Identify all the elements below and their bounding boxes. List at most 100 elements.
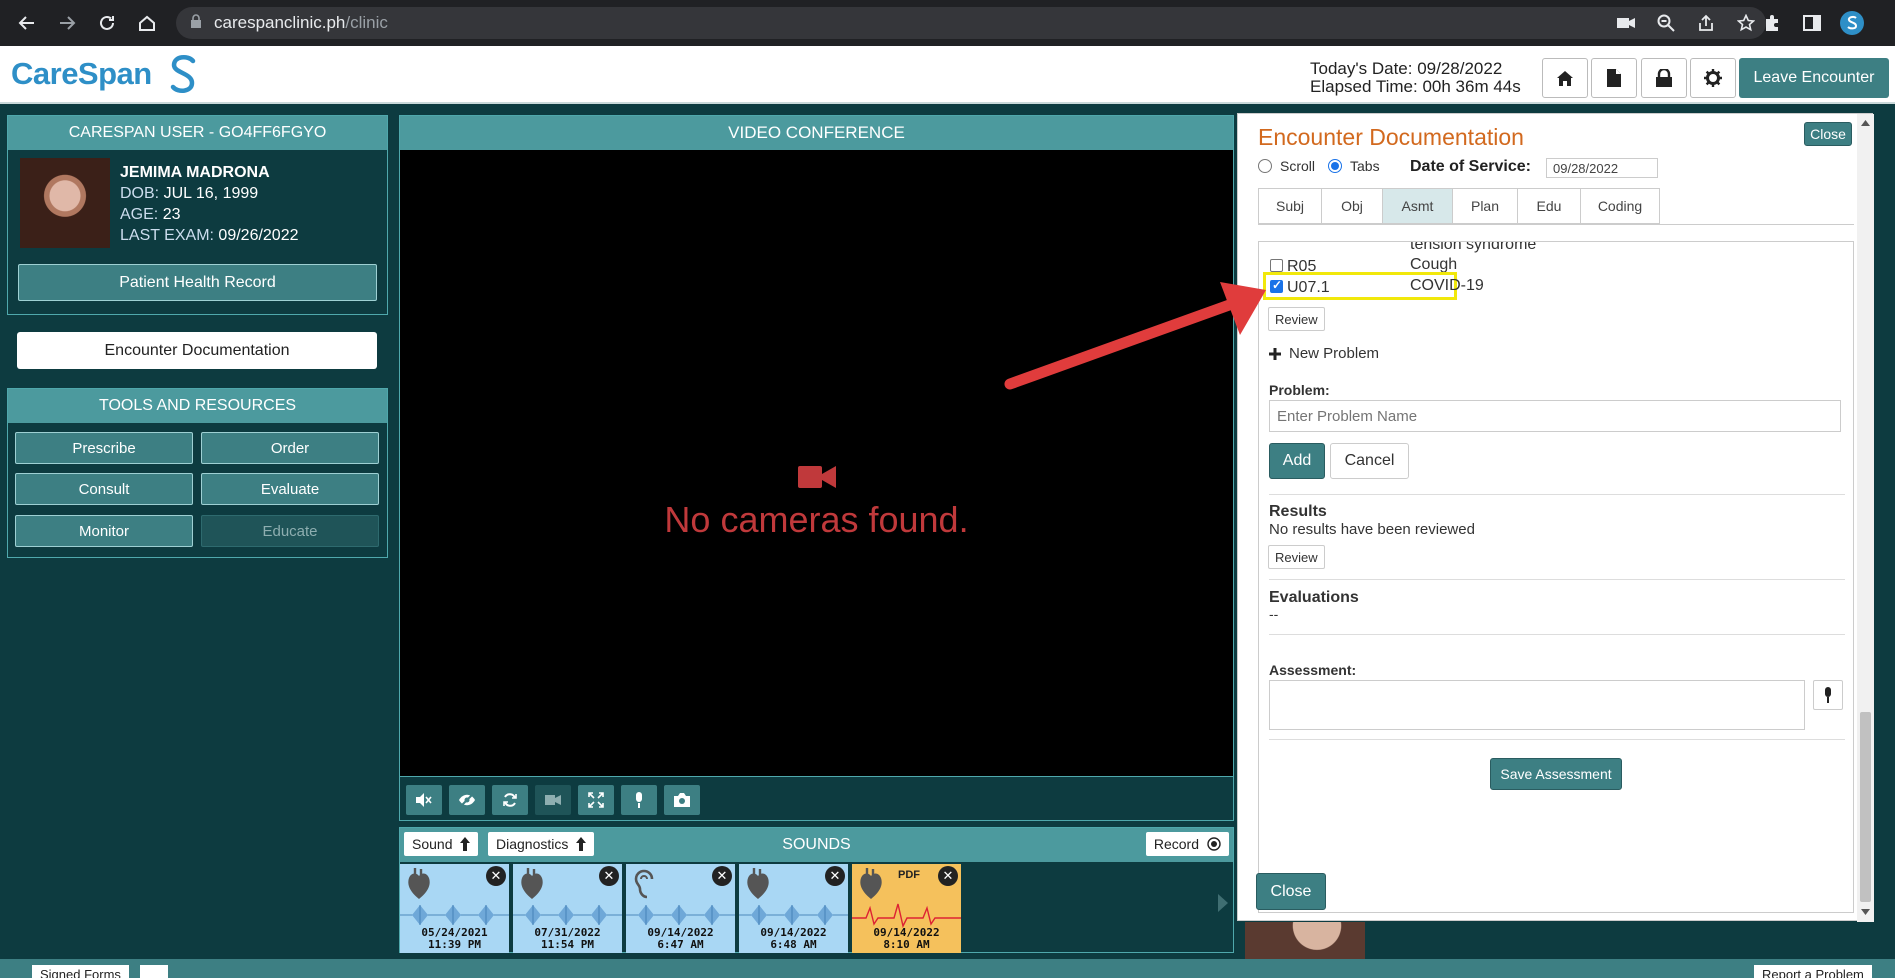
monitor-button[interactable]: Monitor: [15, 515, 193, 547]
problem-checkbox-u071[interactable]: [1270, 278, 1283, 293]
report-problem-tab[interactable]: Report a Problem: [1754, 965, 1872, 978]
share-icon[interactable]: [1686, 14, 1726, 32]
close-icon[interactable]: ✕: [486, 866, 506, 886]
last-exam-label: LAST EXAM:: [120, 227, 214, 244]
microphone-icon[interactable]: [621, 785, 657, 815]
patient-health-record-button[interactable]: Patient Health Record: [18, 264, 377, 301]
switch-camera-icon[interactable]: [492, 785, 528, 815]
zoom-icon[interactable]: [1646, 14, 1686, 32]
address-bar[interactable]: carespanclinic.ph/clinic: [176, 7, 1766, 39]
fullscreen-icon[interactable]: [578, 785, 614, 815]
video-controls: [400, 776, 1233, 820]
record-icon: [1207, 837, 1221, 851]
signed-forms-tab[interactable]: Signed Forms: [32, 965, 129, 978]
encounter-dates: Today's Date: 09/28/2022 Elapsed Time: 0…: [1310, 60, 1521, 96]
new-problem-label: New Problem: [1289, 345, 1380, 362]
mute-icon[interactable]: [406, 785, 442, 815]
tools-panel: TOOLS AND RESOURCES Prescribe Order Cons…: [7, 388, 388, 558]
sound-thumbnail[interactable]: ✕ 07/31/2022 11:54 PM: [513, 864, 622, 953]
patient-dob: JUL 16, 1999: [163, 185, 259, 202]
assessment-textarea[interactable]: [1269, 680, 1805, 730]
sounds-panel: SOUNDS Sound Diagnostics Record ✕ 05/24/2…: [399, 827, 1234, 953]
ear-icon: [634, 869, 654, 899]
document-button[interactable]: [1591, 58, 1637, 98]
close-icon[interactable]: ✕: [825, 866, 845, 886]
sound-thumbnail[interactable]: ✕ 09/14/2022 6:48 AM: [739, 864, 848, 953]
video-toggle-icon[interactable]: [535, 785, 571, 815]
assessment-content: tension syndrome R05 Cough U07.1 COVID-1…: [1258, 241, 1854, 913]
tabs-radio-circle[interactable]: [1328, 159, 1342, 173]
side-panel-icon[interactable]: [1792, 7, 1832, 39]
close-button-bottom[interactable]: Close: [1256, 873, 1326, 910]
tab-plan[interactable]: Plan: [1452, 188, 1517, 224]
camera-blocked-icon[interactable]: [1606, 16, 1646, 30]
sound-thumbnail[interactable]: PDF ✕ 09/14/2022 8:10 AM: [852, 864, 961, 953]
tab-subj[interactable]: Subj: [1258, 188, 1321, 224]
patient-panel: CARESPAN USER - GO4FF6FGYO JEMIMA MADRON…: [7, 115, 388, 315]
tab-edu[interactable]: Edu: [1517, 188, 1580, 224]
sound-timestamp: 09/14/2022 6:47 AM: [626, 927, 735, 951]
scroll-down-icon[interactable]: [1861, 909, 1870, 915]
review-results-button[interactable]: Review: [1268, 545, 1325, 569]
footer-bar: Signed Forms Report a Problem: [0, 959, 1895, 978]
new-problem-link[interactable]: New Problem: [1269, 345, 1379, 362]
scroll-radio[interactable]: Scroll: [1258, 158, 1315, 174]
scroll-right-icon[interactable]: [1218, 894, 1228, 912]
problem-field-label: Problem:: [1269, 382, 1330, 398]
close-button-top[interactable]: Close: [1804, 122, 1852, 146]
dictate-button[interactable]: [1813, 680, 1843, 710]
today-date: Today's Date: 09/28/2022: [1310, 59, 1503, 78]
snapshot-camera-icon[interactable]: [664, 785, 700, 815]
tabs-radio[interactable]: Tabs: [1328, 158, 1380, 174]
extensions-icon[interactable]: [1752, 7, 1792, 39]
leave-encounter-button[interactable]: Leave Encounter: [1739, 58, 1889, 98]
diagnostics-dropdown[interactable]: Diagnostics: [488, 832, 595, 856]
lock-button[interactable]: [1641, 58, 1687, 98]
evaluate-button[interactable]: Evaluate: [201, 473, 379, 505]
divider: [1269, 579, 1845, 580]
home-icon[interactable]: [130, 6, 164, 40]
problem-name-input[interactable]: [1269, 400, 1841, 432]
review-problems-button[interactable]: Review: [1268, 307, 1325, 331]
order-button[interactable]: Order: [201, 432, 379, 464]
problem-checkbox-r05[interactable]: [1270, 259, 1283, 272]
hide-video-icon[interactable]: [449, 785, 485, 815]
sound-timestamp: 07/31/2022 11:54 PM: [513, 927, 622, 951]
sound-time: 11:54 PM: [541, 938, 594, 951]
profile-icon[interactable]: [1832, 7, 1872, 39]
home-button[interactable]: [1542, 58, 1588, 98]
encounter-documentation-button[interactable]: Encounter Documentation: [17, 332, 377, 369]
modal-scrollbar[interactable]: [1857, 114, 1874, 922]
close-icon[interactable]: ✕: [712, 866, 732, 886]
sound-thumbnail[interactable]: ✕ 05/24/2021 11:39 PM: [400, 864, 509, 953]
prescribe-button[interactable]: Prescribe: [15, 432, 193, 464]
scroll-up-icon[interactable]: [1861, 120, 1870, 126]
gear-icon: [1704, 69, 1722, 87]
cancel-problem-button[interactable]: Cancel: [1330, 443, 1409, 479]
tab-asmt[interactable]: Asmt: [1382, 188, 1452, 224]
tab-obj[interactable]: Obj: [1321, 188, 1382, 224]
record-button[interactable]: Record: [1145, 832, 1229, 856]
save-assessment-button[interactable]: Save Assessment: [1490, 758, 1622, 790]
reload-icon[interactable]: [90, 6, 124, 40]
evaluations-title: Evaluations: [1269, 589, 1359, 606]
date-of-service-input[interactable]: [1546, 158, 1658, 178]
sound-thumbnail[interactable]: ✕ 09/14/2022 6:47 AM: [626, 864, 735, 953]
patient-last-exam: 09/26/2022: [218, 227, 299, 244]
url-host: carespanclinic.ph: [214, 13, 346, 32]
back-icon[interactable]: [10, 6, 44, 40]
add-problem-button[interactable]: Add: [1269, 443, 1325, 479]
sound-dropdown[interactable]: Sound: [404, 832, 479, 856]
heart-icon: [860, 868, 882, 899]
close-icon[interactable]: ✕: [938, 866, 958, 886]
settings-button[interactable]: [1690, 58, 1736, 98]
video-camera-icon: [798, 466, 836, 488]
footer-extra-tab[interactable]: [140, 965, 168, 978]
close-icon[interactable]: ✕: [599, 866, 619, 886]
consult-button[interactable]: Consult: [15, 473, 193, 505]
scroll-radio-circle[interactable]: [1258, 159, 1272, 173]
forward-icon[interactable]: [50, 6, 84, 40]
scrollbar-thumb[interactable]: [1860, 712, 1871, 902]
sound-timestamp: 05/24/2021 11:39 PM: [400, 927, 509, 951]
tab-coding[interactable]: Coding: [1580, 188, 1660, 224]
